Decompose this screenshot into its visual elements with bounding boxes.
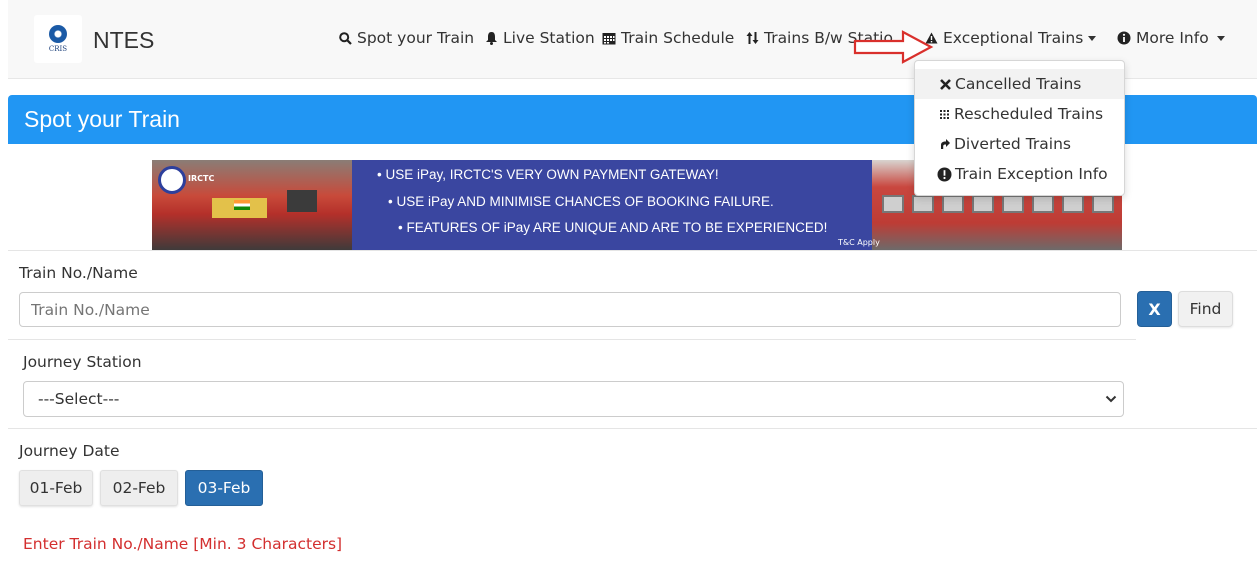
divider — [8, 428, 1257, 429]
clear-button[interactable]: X — [1137, 291, 1172, 327]
sort-arrows-icon — [746, 32, 759, 44]
menu-item-diverted-trains[interactable]: Diverted Trains — [915, 129, 1124, 159]
banner-line-1: • USE iPay, IRCTC'S VERY OWN PAYMENT GAT… — [377, 167, 719, 182]
train-search-input[interactable] — [19, 292, 1121, 327]
nav-spot-label: Spot your Train — [357, 29, 475, 47]
brand-title[interactable]: NTES — [93, 27, 154, 54]
chevron-down-icon — [1088, 35, 1097, 41]
cris-logo-text: CRIS — [48, 45, 68, 53]
menu-item-cancelled-trains[interactable]: Cancelled Trains — [915, 69, 1124, 99]
station-select-value: ---Select--- — [38, 390, 120, 408]
grid-icon — [940, 110, 949, 119]
date-button-03-feb[interactable]: 03-Feb — [185, 470, 263, 506]
nav-train-schedule[interactable]: Train Schedule — [602, 29, 734, 47]
exceptional-trains-dropdown: Cancelled Trains Rescheduled Trains Dive… — [914, 60, 1125, 196]
date-label: Journey Date — [19, 442, 120, 460]
date-button-01-feb[interactable]: 01-Feb — [19, 470, 93, 506]
date-button-02-feb[interactable]: 02-Feb — [100, 470, 178, 506]
menu-item-rescheduled-trains[interactable]: Rescheduled Trains — [915, 99, 1124, 129]
menu-item-label: Rescheduled Trains — [954, 105, 1104, 123]
menu-item-label: Diverted Trains — [954, 135, 1071, 153]
irctc-logo-text: IRCTC — [188, 174, 215, 183]
divider — [8, 339, 1136, 340]
info-circle-icon — [1117, 31, 1131, 45]
nav-spot-your-train[interactable]: Spot your Train — [339, 29, 474, 47]
validation-error-message: Enter Train No./Name [Min. 3 Characters] — [23, 535, 343, 553]
nav-exceptional-trains[interactable]: Exceptional Trains — [925, 29, 1097, 47]
chevron-down-icon — [1105, 395, 1117, 403]
close-icon — [940, 78, 951, 90]
chevron-down-icon — [1216, 35, 1225, 41]
menu-item-label: Train Exception Info — [955, 165, 1108, 183]
cris-emblem-icon — [49, 25, 67, 43]
train-label: Train No./Name — [19, 264, 138, 282]
find-button[interactable]: Find — [1178, 291, 1233, 327]
exclamation-circle-icon — [937, 167, 952, 181]
banner-line-2: • USE iPay AND MINIMISE CHANCES OF BOOKI… — [388, 194, 774, 209]
banner-line-3: • FEATURES OF iPay ARE UNIQUE AND ARE TO… — [398, 220, 828, 235]
irctc-logo-icon — [158, 166, 186, 194]
cris-logo[interactable]: CRIS — [34, 15, 82, 63]
nav-live-label: Live Station — [503, 29, 595, 47]
menu-item-train-exception-info[interactable]: Train Exception Info — [915, 159, 1124, 189]
search-icon — [339, 31, 352, 45]
calendar-icon — [602, 32, 616, 44]
menu-item-label: Cancelled Trains — [955, 75, 1082, 93]
page-title: Spot your Train — [24, 106, 180, 132]
share-arrow-icon — [941, 139, 950, 149]
nav-live-station[interactable]: Live Station — [485, 29, 595, 47]
divider — [8, 250, 1257, 251]
nav-schedule-label: Train Schedule — [621, 29, 735, 47]
nav-more-info[interactable]: More Info — [1117, 29, 1225, 47]
bell-icon — [486, 32, 497, 45]
banner-terms: T&C Apply — [838, 238, 880, 247]
journey-station-select[interactable]: ---Select--- — [23, 381, 1124, 417]
station-label: Journey Station — [23, 353, 142, 371]
nav-more-label: More Info — [1136, 29, 1209, 47]
nav-exceptional-label: Exceptional Trains — [943, 29, 1084, 47]
